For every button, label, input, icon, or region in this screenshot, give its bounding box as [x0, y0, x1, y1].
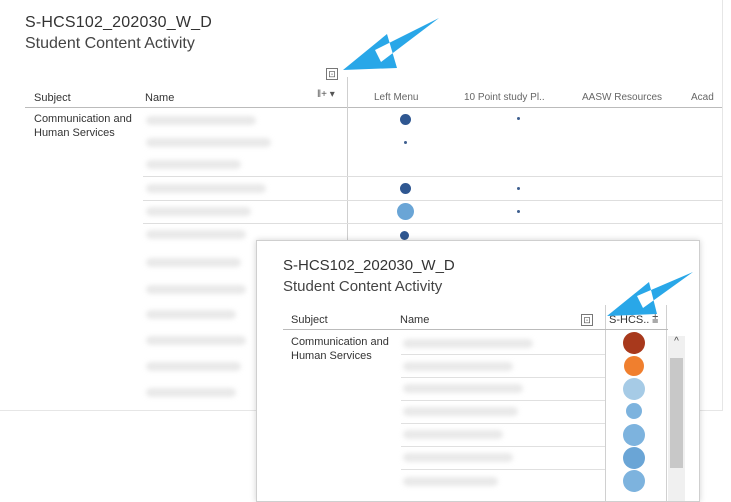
blurred-name [403, 453, 513, 462]
subject-column-header[interactable]: Subject [34, 92, 71, 104]
blurred-name [146, 207, 251, 216]
activity-mark [400, 183, 411, 194]
activity-mark [400, 114, 411, 125]
name-column-header[interactable]: Name [400, 314, 429, 326]
blurred-name [146, 362, 241, 371]
activity-mark [517, 187, 520, 190]
activity-mark [623, 424, 645, 446]
acad-column-header[interactable]: Acad [691, 92, 714, 103]
name-column-header[interactable]: Name [145, 92, 174, 104]
header-divider [283, 329, 668, 330]
blurred-name [403, 362, 513, 371]
activity-mark [624, 356, 644, 376]
row-divider [401, 469, 605, 470]
front-view-subtitle: Student Content Activity [283, 278, 443, 295]
activity-mark [517, 117, 520, 120]
study-plan-column-header[interactable]: 10 Point study Pl.. [464, 92, 545, 103]
front-view-title: S-HCS102_202030_W_D [283, 257, 455, 274]
blurred-name [146, 310, 236, 319]
blurred-name [146, 116, 256, 125]
activity-mark [404, 141, 407, 144]
blurred-name [146, 388, 236, 397]
activity-mark [400, 231, 409, 240]
blurred-name [146, 138, 271, 147]
vertical-scrollbar[interactable]: ^ [668, 336, 685, 501]
blurred-name [146, 258, 241, 267]
scroll-up-icon[interactable]: ^ [668, 336, 685, 348]
left-menu-column-header[interactable]: Left Menu [374, 92, 418, 103]
row-divider [143, 176, 722, 177]
activity-mark [517, 210, 520, 213]
blurred-name [403, 477, 498, 486]
row-divider [401, 400, 605, 401]
back-view-title: S-HCS102_202030_W_D [25, 14, 213, 31]
arrow-pointer-icon [343, 18, 439, 70]
blurred-name [403, 384, 523, 393]
activity-mark [626, 403, 642, 419]
arrow-pointer-icon [607, 272, 693, 316]
blurred-name [403, 407, 518, 416]
row-divider [401, 354, 605, 355]
activity-mark [623, 378, 645, 400]
blurred-name [146, 184, 266, 193]
blurred-name [146, 285, 246, 294]
row-divider [401, 423, 605, 424]
activity-mark [623, 447, 645, 469]
blurred-name [146, 336, 246, 345]
back-view-subtitle: Student Content Activity [25, 35, 195, 52]
row-divider [401, 377, 605, 378]
blurred-name [146, 160, 241, 169]
subject-cell: Communication and Human Services [291, 336, 389, 362]
row-divider [143, 223, 722, 224]
activity-mark [397, 203, 414, 220]
row-divider [143, 200, 722, 201]
sort-icon[interactable]: ‖+ ▾ [317, 89, 335, 100]
blurred-name [403, 430, 503, 439]
activity-mark [623, 470, 645, 492]
header-divider [25, 107, 722, 108]
expand-icon[interactable]: ⊡ [581, 314, 593, 326]
subject-cell: Communication and Human Services [34, 113, 132, 139]
blurred-name [146, 230, 246, 239]
row-divider [401, 446, 605, 447]
aasw-resources-column-header[interactable]: AASW Resources [582, 92, 662, 103]
blurred-name [403, 339, 533, 348]
activity-mark [623, 332, 645, 354]
subject-column-header[interactable]: Subject [291, 314, 328, 326]
scrollbar-thumb[interactable] [670, 358, 683, 468]
